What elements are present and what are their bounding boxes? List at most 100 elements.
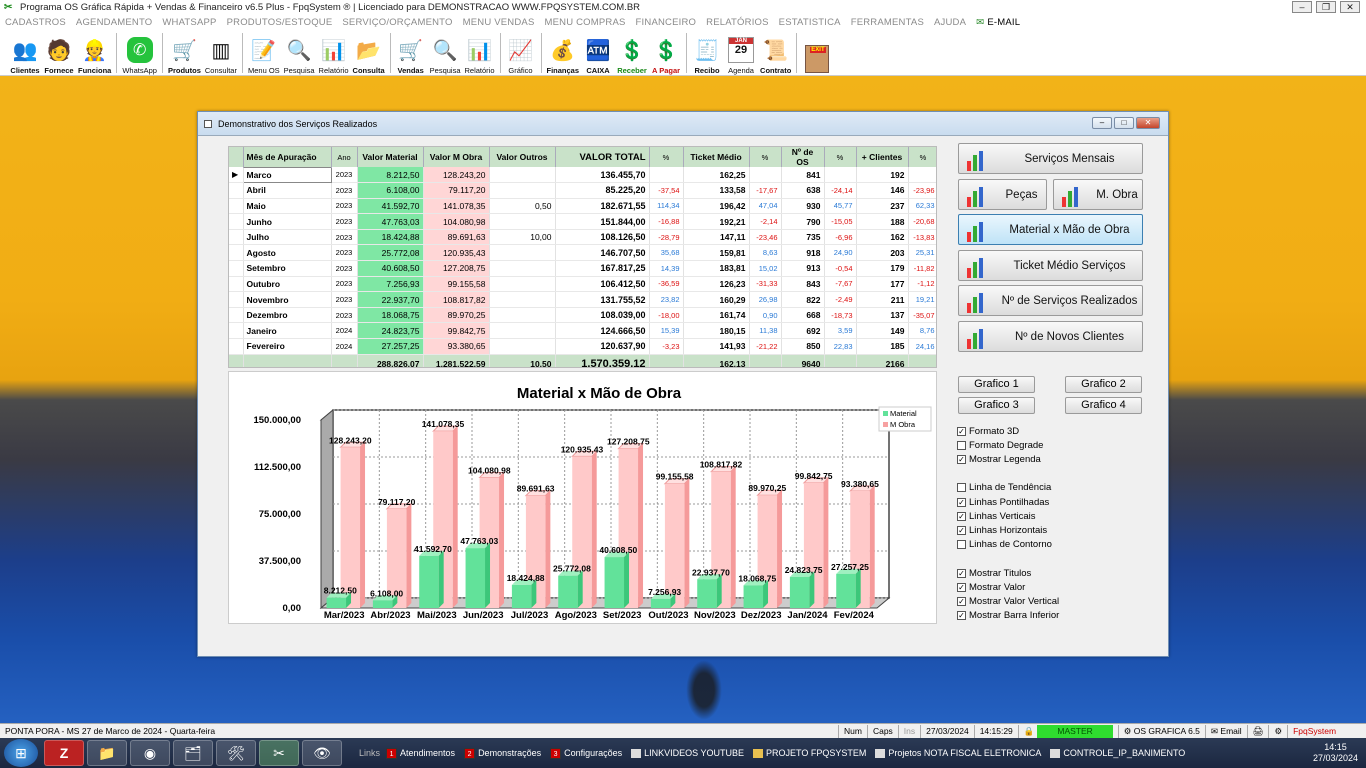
option-checkbox[interactable]: ✓ Linhas Pontilhadas [957, 497, 1049, 508]
menu-vendas[interactable]: MENU VENDAS [458, 17, 540, 28]
cell-pct4[interactable]: 8,76 [908, 322, 936, 340]
num-clientes-button[interactable]: Nº de Novos Clientes [958, 321, 1143, 352]
cell-mobra[interactable]: 141.078,35 [423, 198, 490, 215]
cell-mes[interactable]: Julho [243, 229, 332, 246]
option-checkbox[interactable]: ✓ Mostrar Titulos [957, 568, 1031, 579]
taskbar-link[interactable]: 1 Atendimentos [386, 747, 455, 759]
cell-outros[interactable] [489, 260, 556, 277]
toolbar-relatorio-os-button[interactable]: 📊 Relatório [317, 31, 351, 76]
cell-outros[interactable]: 0,50 [489, 198, 556, 215]
cell-pct1[interactable]: 14,39 [649, 260, 684, 277]
cell-ticket[interactable]: 133,58 [683, 182, 750, 199]
row-indicator[interactable] [229, 338, 244, 355]
cell-material[interactable]: 27.257,25 [357, 338, 424, 355]
menu-produtos[interactable]: PRODUTOS/ESTOQUE [222, 17, 338, 28]
cell-material[interactable]: 18.424,88 [357, 229, 424, 246]
cell-pct4[interactable]: -23,96 [908, 182, 936, 199]
cell-nos[interactable]: 841 [781, 167, 825, 184]
cell-mobra[interactable]: 99.155,58 [423, 276, 490, 293]
taskbar-link[interactable]: Projetos NOTA FISCAL ELETRONICA [875, 748, 1041, 759]
menu-whatsapp[interactable]: WHATSAPP [157, 17, 221, 28]
taskbar-eye-icon[interactable]: 👁 [302, 740, 342, 766]
toolbar-consulta-button[interactable]: 📂 Consulta [351, 31, 387, 76]
menu-financeiro[interactable]: FINANCEIRO [631, 17, 702, 28]
cell-clientes[interactable]: 188 [856, 213, 909, 230]
cell-nos[interactable]: 918 [781, 244, 825, 262]
cell-clientes[interactable]: 146 [856, 182, 909, 199]
cell-outros[interactable] [489, 244, 556, 262]
toolbar-fornece-button[interactable]: 🧑 Fornece [42, 31, 76, 76]
cell-pct1[interactable]: -37,54 [649, 182, 684, 199]
col-pct2[interactable]: % [749, 147, 782, 167]
menu-compras[interactable]: MENU COMPRAS [540, 17, 631, 28]
table-row[interactable]: Setembro 2023 40.608,50 127.208,75 167.817,2… [229, 260, 936, 277]
cell-mes[interactable]: Fevereiro [243, 338, 332, 355]
status-email-button[interactable]: ✉ Email [1204, 724, 1247, 738]
cell-nos[interactable]: 638 [781, 182, 825, 199]
col-material[interactable]: Valor Material [357, 147, 424, 167]
cell-pct4[interactable] [908, 167, 936, 184]
cell-mobra[interactable]: 79.117,20 [423, 182, 490, 199]
toolbar-consultar-button[interactable]: ▥ Consultar [203, 31, 239, 76]
status-printer-icon[interactable]: 🖨 [1246, 724, 1269, 738]
cell-mobra[interactable]: 93.380,65 [423, 338, 490, 355]
cell-pct3[interactable]: -18,73 [824, 307, 857, 324]
cell-pct4[interactable]: -20,68 [908, 213, 936, 230]
cell-mes[interactable]: Abril [243, 182, 332, 199]
taskbar-link[interactable]: PROJETO FPQSYSTEM [753, 748, 866, 759]
col-pct4[interactable]: % [908, 147, 936, 167]
report-maximize-button[interactable]: □ [1114, 117, 1134, 129]
cell-mes[interactable]: Setembro [243, 260, 332, 277]
col-mes[interactable]: Mês de Apuração [243, 147, 332, 167]
cell-pct2[interactable]: 0,90 [749, 307, 782, 324]
cell-nos[interactable]: 692 [781, 322, 825, 340]
taskbar-chrome-icon[interactable]: ◉ [130, 740, 170, 766]
cell-ticket[interactable]: 161,74 [683, 307, 750, 324]
taskbar-link[interactable]: LINKVIDEOS YOUTUBE [631, 748, 744, 759]
cell-total[interactable]: 124.666,50 [555, 322, 650, 340]
cell-pct4[interactable]: 19,21 [908, 291, 936, 308]
cell-ticket[interactable]: 160,29 [683, 291, 750, 308]
toolbar-financas-button[interactable]: 💰 Finanças [545, 31, 582, 76]
toolbar-receber-button[interactable]: 💲 Receber [615, 31, 649, 76]
cell-total[interactable]: 108.039,00 [555, 307, 650, 324]
cell-material[interactable]: 41.592,70 [357, 198, 424, 215]
num-servicos-button[interactable]: Nº de Serviços Realizados [958, 285, 1143, 316]
checkbox-box[interactable]: ✓ [957, 427, 966, 436]
menu-agendamento[interactable]: AGENDAMENTO [71, 17, 157, 28]
cell-pct4[interactable]: -1,12 [908, 276, 936, 293]
taskbar-tool-icon[interactable]: 🛠 [216, 740, 256, 766]
menu-relatorios[interactable]: RELATÓRIOS [701, 17, 774, 28]
grafico-1-button[interactable]: Grafico 1 [958, 376, 1035, 393]
cell-ano[interactable]: 2023 [331, 167, 358, 184]
option-checkbox[interactable]: ✓ Mostrar Barra Inferior [957, 610, 1059, 621]
cell-pct3[interactable] [824, 167, 857, 184]
cell-clientes[interactable]: 211 [856, 291, 909, 308]
cell-mobra[interactable]: 108.817,82 [423, 291, 490, 308]
toolbar-agenda-button[interactable]: JAN 29 Agenda [724, 31, 758, 75]
cell-ticket[interactable]: 183,81 [683, 260, 750, 277]
cell-pct2[interactable]: -17,67 [749, 182, 782, 199]
table-row[interactable]: ▶ Marco 2023 8.212,50 128.243,20 136.455,70 16… [229, 166, 936, 184]
option-checkbox[interactable]: Formato Degrade [957, 440, 1043, 451]
option-checkbox[interactable]: ✓ Mostrar Valor Vertical [957, 596, 1059, 607]
toolbar-funciona-button[interactable]: 👷 Funciona [76, 31, 113, 76]
table-row[interactable]: Agosto 2023 25.772,08 120.935,43 146.707,50 3… [229, 244, 936, 262]
option-checkbox[interactable]: ✓ Mostrar Valor [957, 582, 1025, 593]
cell-mes[interactable]: Outubro [243, 276, 332, 293]
cell-outros[interactable] [489, 213, 556, 230]
cell-nos[interactable]: 822 [781, 291, 825, 308]
cell-clientes[interactable]: 203 [856, 244, 909, 262]
minimize-button[interactable]: – [1292, 1, 1312, 13]
cell-pct2[interactable]: 15,02 [749, 260, 782, 277]
cell-nos[interactable]: 668 [781, 307, 825, 324]
cell-pct3[interactable]: 24,90 [824, 244, 857, 262]
cell-pct1[interactable]: 35,68 [649, 244, 684, 262]
toolbar-vendas-button[interactable]: 🛒 Vendas [394, 31, 428, 76]
checkbox-box[interactable]: ✓ [957, 611, 966, 620]
report-minimize-button[interactable]: – [1092, 117, 1112, 129]
cell-mes[interactable]: Junho [243, 213, 332, 230]
cell-clientes[interactable]: 179 [856, 260, 909, 277]
servicos-mensais-button[interactable]: Serviços Mensais [958, 143, 1143, 174]
cell-pct3[interactable]: -24,14 [824, 182, 857, 199]
